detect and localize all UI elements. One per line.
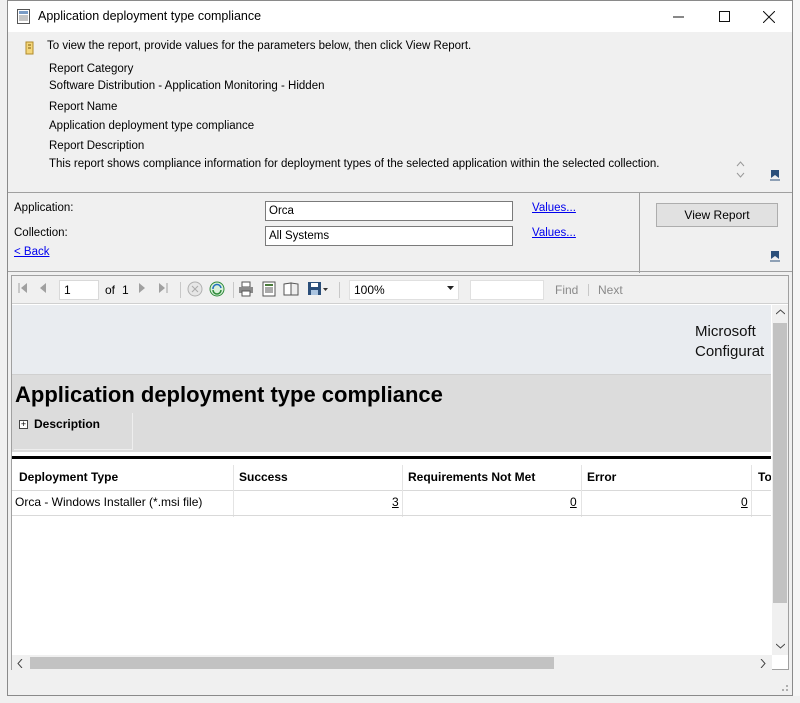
- first-page-icon[interactable]: [18, 282, 28, 297]
- stop-icon[interactable]: [187, 281, 203, 300]
- total-pages: 1: [122, 283, 129, 297]
- report-name-label: Report Name: [49, 101, 118, 113]
- scroll-down-icon[interactable]: [776, 643, 785, 649]
- brand-line-2: Configurat: [695, 343, 765, 360]
- report-description-value: This report shows compliance information…: [49, 158, 660, 170]
- description-label: Description: [34, 417, 101, 431]
- horizontal-scrollbar[interactable]: [12, 655, 772, 671]
- report-title: Application deployment type compliance: [15, 382, 443, 407]
- parameters-panel: Application: Values... Collection: Value…: [8, 192, 792, 273]
- report-separator-rule: [12, 456, 771, 459]
- brand-text: Microsoft Configurat: [695, 322, 764, 362]
- brand-line-1: Microsoft: [695, 323, 756, 340]
- scroll-right-icon[interactable]: [760, 659, 766, 668]
- column-divider: [751, 465, 752, 517]
- next-button[interactable]: Next: [598, 283, 623, 297]
- report-canvas: Microsoft Configurat Application deploym…: [12, 305, 771, 655]
- updown-arrow-icon: [736, 161, 745, 178]
- collection-label: Collection:: [14, 227, 68, 239]
- table-cell-success-link[interactable]: 3: [392, 495, 399, 509]
- scroll-up-icon[interactable]: [776, 309, 785, 315]
- info-scroll-arrows[interactable]: [736, 160, 745, 182]
- minimize-button[interactable]: [655, 1, 701, 32]
- toolbar-separator: [180, 282, 181, 298]
- vertical-scrollbar[interactable]: [772, 305, 788, 655]
- background-app-bottom: [0, 696, 800, 703]
- category-value: Software Distribution - Application Moni…: [49, 80, 325, 92]
- column-divider: [581, 465, 582, 517]
- column-header-requirements-not-met: Requirements Not Met: [408, 470, 536, 484]
- report-dialog: Application deployment type compliance T…: [7, 0, 793, 696]
- report-info-panel: To view the report, provide values for t…: [8, 32, 792, 192]
- horizontal-scroll-thumb[interactable]: [30, 657, 554, 669]
- status-bar: [8, 675, 792, 695]
- report-app-icon: [17, 9, 30, 24]
- category-label: Report Category: [49, 63, 134, 75]
- previous-page-icon[interactable]: [39, 282, 47, 297]
- report-viewer: 1 of 1 100% Find Next Microsoft Configur…: [11, 275, 789, 671]
- find-button[interactable]: Find: [555, 283, 578, 297]
- window-title: Application deployment type compliance: [38, 9, 262, 23]
- zoom-select[interactable]: 100%: [349, 280, 459, 300]
- column-header-total: To: [758, 470, 771, 484]
- description-toggle[interactable]: + Description: [14, 413, 133, 450]
- refresh-icon[interactable]: [209, 281, 225, 300]
- close-icon: [763, 10, 775, 23]
- table-cell-requirements-link[interactable]: 0: [570, 495, 577, 509]
- close-button[interactable]: [746, 1, 792, 32]
- column-header-success: Success: [239, 470, 288, 484]
- column-divider: [402, 465, 403, 517]
- export-save-icon[interactable]: [307, 281, 329, 300]
- application-label: Application:: [14, 202, 74, 214]
- collapse-panel-icon[interactable]: [769, 169, 781, 181]
- find-input[interactable]: [470, 280, 544, 300]
- maximize-button[interactable]: [701, 1, 747, 32]
- chevron-down-icon: [447, 286, 454, 290]
- next-page-icon[interactable]: [138, 282, 146, 297]
- minimize-icon: [672, 16, 684, 18]
- toolbar-separator: [588, 284, 589, 296]
- toolbar-separator: [339, 282, 340, 298]
- vertical-scroll-thumb[interactable]: [773, 323, 787, 603]
- of-label: of: [105, 283, 116, 297]
- param-divider: [639, 193, 640, 273]
- report-name-value: Application deployment type compliance: [49, 120, 255, 132]
- application-input[interactable]: [265, 201, 513, 221]
- report-description-label: Report Description: [49, 140, 145, 152]
- report-title-band: Application deployment type compliance +…: [12, 375, 771, 452]
- page-setup-icon[interactable]: [283, 281, 299, 300]
- maximize-icon: [718, 11, 730, 22]
- column-divider: [233, 465, 234, 517]
- toolbar-separator: [233, 282, 234, 298]
- column-header-deployment-type: Deployment Type: [19, 470, 119, 484]
- collection-input[interactable]: [265, 226, 513, 246]
- info-icon: [25, 41, 34, 55]
- expand-plus-icon[interactable]: +: [19, 420, 28, 429]
- collapse-params-icon[interactable]: [769, 250, 781, 262]
- collection-values-link[interactable]: Values...: [532, 227, 576, 239]
- scroll-left-icon[interactable]: [17, 659, 23, 668]
- back-link[interactable]: < Back: [14, 246, 49, 258]
- report-toolbar: 1 of 1 100% Find Next: [12, 276, 788, 304]
- background-app-edge-right: [792, 0, 800, 703]
- table-row-border: [12, 515, 771, 516]
- print-layout-icon[interactable]: [261, 281, 277, 300]
- instructions-text: To view the report, provide values for t…: [47, 40, 472, 52]
- table-cell-deployment-type: Orca - Windows Installer (*.msi file): [15, 495, 203, 509]
- column-header-error: Error: [587, 470, 617, 484]
- view-report-button[interactable]: View Report: [656, 203, 778, 227]
- zoom-value: 100%: [354, 283, 385, 297]
- report-header-band: Microsoft Configurat: [12, 305, 771, 375]
- resize-grip-icon[interactable]: [779, 682, 789, 692]
- last-page-icon[interactable]: [158, 282, 168, 297]
- table-cell-error-link[interactable]: 0: [741, 495, 748, 509]
- print-icon[interactable]: [238, 281, 254, 300]
- header-row-border: [12, 490, 771, 491]
- application-values-link[interactable]: Values...: [532, 202, 576, 214]
- title-bar[interactable]: Application deployment type compliance: [8, 1, 792, 32]
- page-number-input[interactable]: 1: [59, 280, 99, 300]
